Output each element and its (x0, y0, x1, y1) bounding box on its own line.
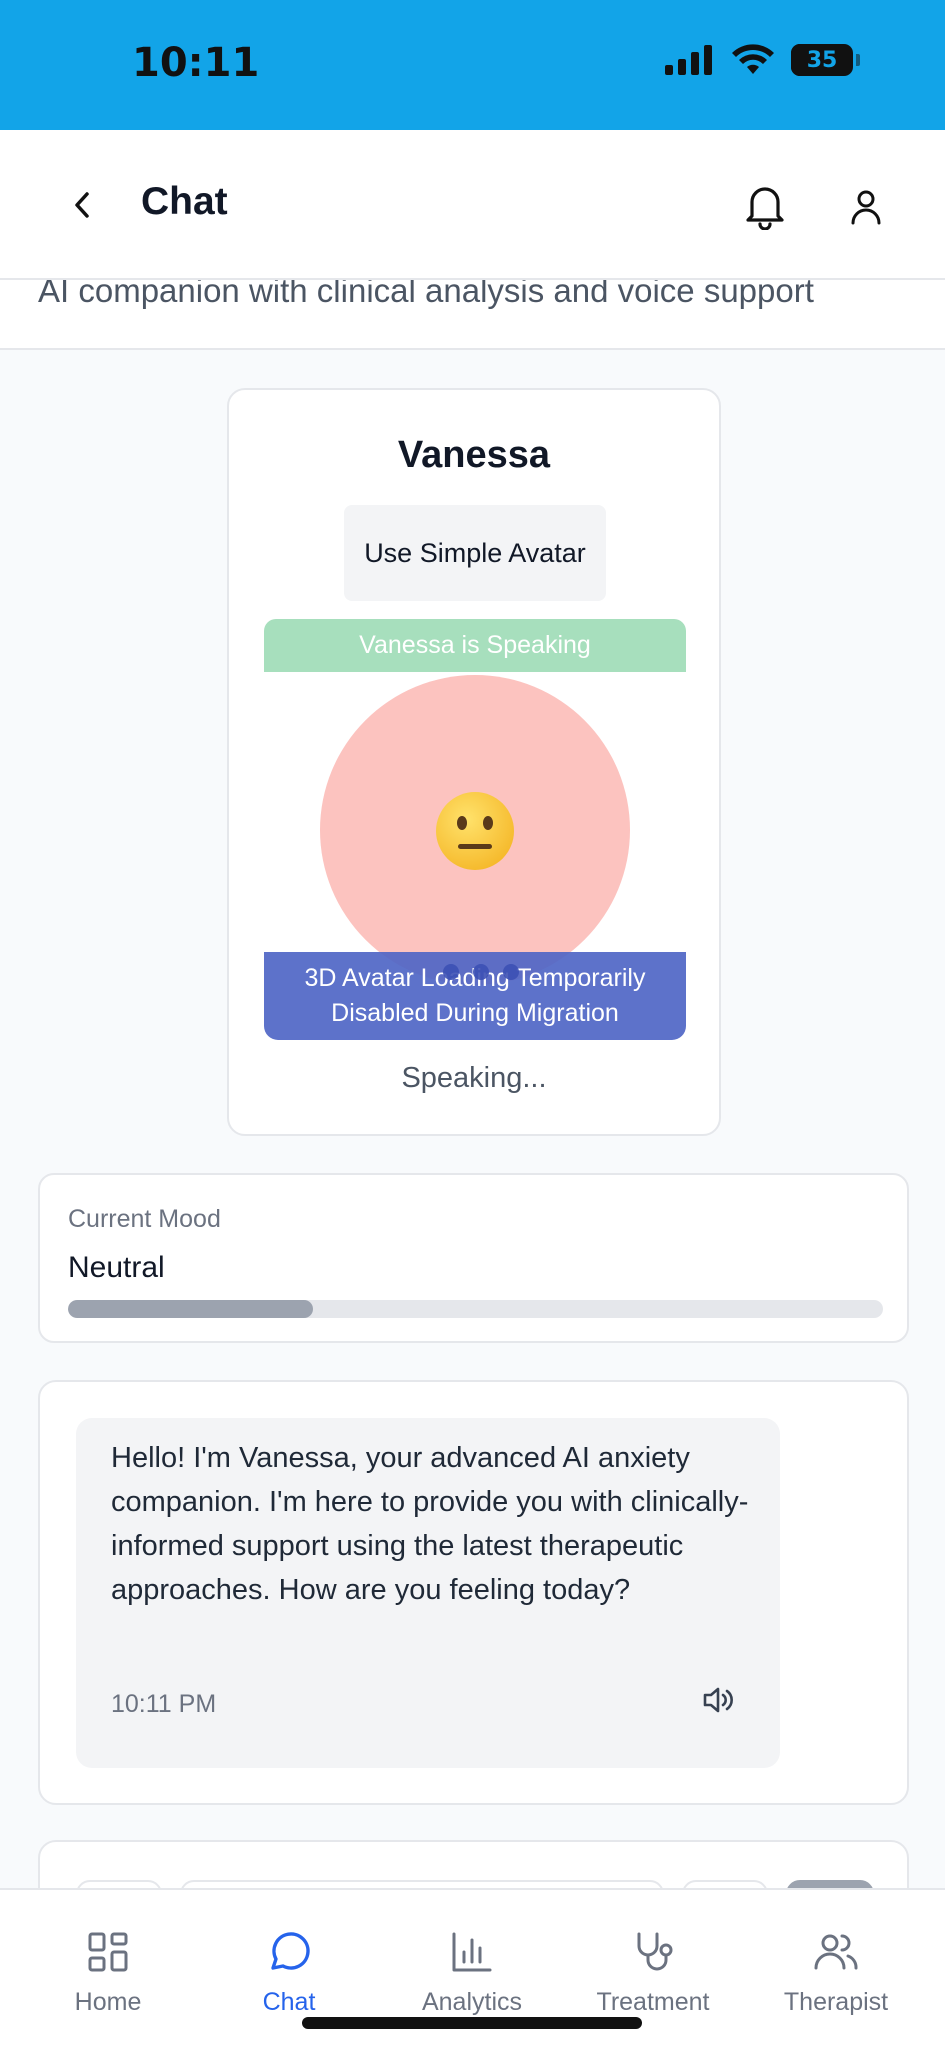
home-indicator (302, 2017, 642, 2029)
status-time: 10:11 (132, 40, 260, 86)
loading-dots (443, 964, 519, 980)
nav-item-chat[interactable]: Chat (204, 1928, 374, 2018)
message-circle-icon (271, 1932, 310, 1970)
speaking-banner: Vanessa is Speaking (264, 619, 686, 672)
nav-label-therapist: Therapist (783, 1988, 889, 2016)
wifi-icon (732, 44, 774, 74)
play-audio-button[interactable] (699, 1682, 739, 1718)
notifications-button[interactable] (740, 178, 790, 234)
avatar-card: Vanessa Use Simple Avatar Vanessa is Spe… (227, 388, 721, 1136)
assistant-message: Hello! I'm Vanessa, your advanced AI anx… (76, 1418, 780, 1768)
bell-icon (746, 187, 784, 230)
mood-value: Neutral (68, 1251, 165, 1284)
speaking-status: Speaking... (401, 1062, 547, 1094)
chevron-left-icon (75, 192, 89, 218)
use-simple-avatar-button[interactable]: Use Simple Avatar (344, 505, 606, 601)
nav-item-home[interactable]: Home (23, 1928, 193, 2018)
nav-label-home: Home (74, 1988, 142, 2016)
page-title: Chat (141, 180, 228, 223)
mood-progress-track (68, 1300, 883, 1318)
chat-card: Hello! I'm Vanessa, your advanced AI anx… (38, 1380, 909, 1805)
battery-level: 35 (806, 47, 838, 73)
subtitle-strip: AI companion with clinical analysis and … (0, 280, 945, 350)
users-icon (814, 1934, 858, 1970)
neutral-face-icon (436, 792, 514, 870)
speaker-icon (703, 1687, 733, 1713)
status-icons: 35 (665, 44, 860, 76)
nav-item-therapist[interactable]: Therapist (751, 1928, 921, 2018)
user-icon (851, 190, 881, 225)
back-button[interactable] (62, 185, 102, 225)
cellular-signal-icon (665, 45, 712, 75)
status-bar: 10:11 35 (0, 0, 945, 130)
stethoscope-icon (637, 1932, 673, 1971)
message-text: Hello! I'm Vanessa, your advanced AI anx… (111, 1442, 749, 1606)
mood-card: Current Mood Neutral (38, 1173, 909, 1343)
migration-notice-line2: Disabled During Migration (331, 999, 619, 1027)
page-subtitle: AI companion with clinical analysis and … (38, 280, 814, 309)
grid-icon (88, 1932, 128, 1972)
bar-chart-icon (452, 1932, 492, 1972)
profile-button[interactable] (843, 182, 889, 232)
avatar-name: Vanessa (397, 434, 551, 476)
mood-label: Current Mood (68, 1205, 221, 1233)
nav-label-analytics: Analytics (421, 1988, 523, 2016)
message-timestamp: 10:11 PM (111, 1690, 217, 1718)
nav-item-treatment[interactable]: Treatment (568, 1928, 738, 2018)
battery-icon: 35 (791, 44, 860, 76)
nav-item-analytics[interactable]: Analytics (387, 1928, 557, 2018)
nav-label-treatment: Treatment (596, 1988, 710, 2016)
mood-progress-fill (68, 1300, 313, 1318)
app-header: Chat (0, 130, 945, 280)
nav-label-chat: Chat (262, 1988, 316, 2016)
